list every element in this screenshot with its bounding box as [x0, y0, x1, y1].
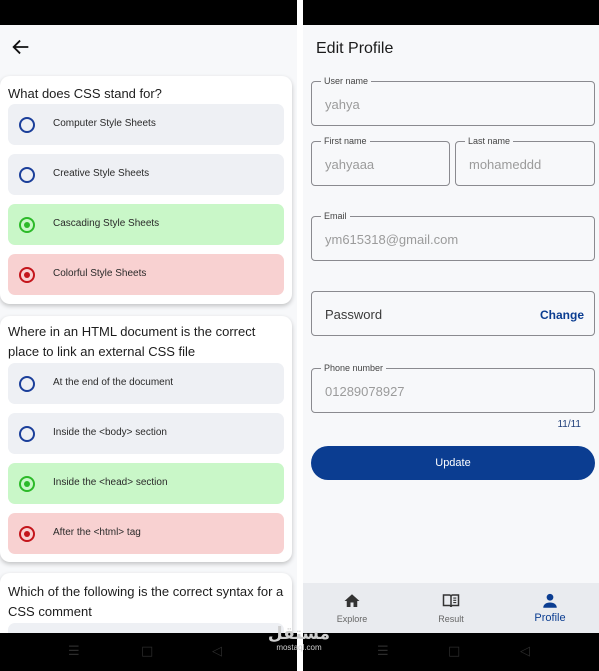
nav-item-profile[interactable]: Profile	[501, 583, 599, 633]
change-password-button[interactable]: Change	[540, 308, 584, 322]
answer-option-wrong[interactable]: After the <html> tag	[8, 513, 284, 554]
radio-unselected-icon	[19, 117, 35, 133]
answer-label: Inside the <body> section	[53, 427, 167, 438]
character-counter: 11/11	[557, 419, 581, 430]
status-bar	[0, 0, 297, 25]
update-button[interactable]: Update	[311, 446, 595, 480]
radio-selected-wrong-icon	[19, 267, 35, 283]
person-icon	[543, 593, 557, 608]
field-label: Last name	[465, 135, 514, 147]
back-triangle-icon[interactable]: ◁	[212, 644, 222, 659]
radio-selected-correct-icon	[19, 217, 35, 233]
question-card: Where in an HTML document is the correct…	[0, 316, 292, 562]
answer-option[interactable]: Creative Style Sheets	[8, 154, 284, 195]
menu-icon[interactable]: ☰	[377, 644, 389, 659]
last-name-field[interactable]: Last name mohameddd	[455, 135, 595, 186]
radio-unselected-icon	[19, 426, 35, 442]
field-label: User name	[321, 75, 372, 87]
nav-label: Profile	[534, 612, 566, 624]
back-triangle-icon[interactable]: ◁	[520, 644, 530, 659]
book-icon	[442, 594, 460, 608]
system-nav-bar: ☰ □ ◁	[303, 633, 599, 671]
answer-label: Computer Style Sheets	[53, 118, 156, 129]
phone-number-field[interactable]: Phone number 01289078927	[311, 362, 595, 413]
quiz-screen: What does CSS stand for? Computer Style …	[0, 0, 297, 671]
answer-label: Inside the <head> section	[53, 477, 168, 488]
system-nav-bar: ☰ □ ◁	[0, 633, 297, 671]
page-title: Edit Profile	[316, 40, 394, 57]
field-value: yahyaaa	[325, 157, 375, 172]
answer-option-correct[interactable]: Inside the <head> section	[8, 463, 284, 504]
answer-label: Creative Style Sheets	[53, 168, 150, 179]
radio-selected-wrong-icon	[19, 526, 35, 542]
field-value: 01289078927	[325, 384, 405, 399]
back-arrow-icon[interactable]	[10, 36, 32, 58]
field-label: Email	[321, 210, 350, 222]
status-bar	[303, 0, 599, 25]
nav-label: Explore	[336, 614, 368, 624]
question-card: What does CSS stand for? Computer Style …	[0, 76, 292, 304]
home-square-icon[interactable]: □	[141, 644, 153, 659]
answer-option-correct[interactable]: Cascading Style Sheets	[8, 204, 284, 245]
nav-item-result[interactable]: Result	[402, 583, 500, 633]
radio-selected-correct-icon	[19, 476, 35, 492]
answer-label: After the <html> tag	[53, 527, 141, 538]
home-icon	[344, 594, 360, 607]
home-square-icon[interactable]: □	[448, 644, 460, 659]
field-value: ym615318@gmail.com	[325, 232, 459, 247]
question-text: What does CSS stand for?	[8, 86, 162, 101]
username-field[interactable]: User name yahya	[311, 75, 595, 126]
radio-unselected-icon	[19, 376, 35, 392]
field-label: Phone number	[321, 362, 387, 374]
password-field[interactable]: Password Change	[311, 291, 595, 336]
watermark-latin: mostaql.com	[276, 643, 322, 652]
field-value: yahya	[325, 97, 360, 112]
answer-option[interactable]: At the end of the document	[8, 363, 284, 404]
question-text: Where in an HTML document is the correct…	[8, 324, 256, 359]
answer-option[interactable]: Inside the <body> section	[8, 413, 284, 454]
email-field[interactable]: Email ym615318@gmail.com	[311, 210, 595, 261]
field-value: mohameddd	[469, 157, 542, 172]
answer-label: Colorful Style Sheets	[53, 268, 147, 279]
bottom-navigation: Explore Result Profile	[303, 583, 599, 633]
watermark: مستقل mostaql.com	[262, 625, 336, 652]
radio-unselected-icon	[19, 167, 35, 183]
field-label: First name	[321, 135, 370, 147]
answer-option[interactable]: Computer Style Sheets	[8, 104, 284, 145]
answer-label: At the end of the document	[53, 377, 174, 388]
answer-label: Cascading Style Sheets	[53, 218, 160, 229]
question-text: Which of the following is the correct sy…	[8, 584, 284, 619]
edit-profile-screen: Edit Profile User name yahya First name …	[303, 0, 599, 671]
answer-option-wrong[interactable]: Colorful Style Sheets	[8, 254, 284, 295]
nav-label: Result	[438, 614, 464, 624]
field-label: Password	[325, 307, 383, 322]
menu-icon[interactable]: ☰	[68, 644, 80, 659]
first-name-field[interactable]: First name yahyaaa	[311, 135, 450, 186]
watermark-arabic: مستقل	[267, 624, 331, 644]
